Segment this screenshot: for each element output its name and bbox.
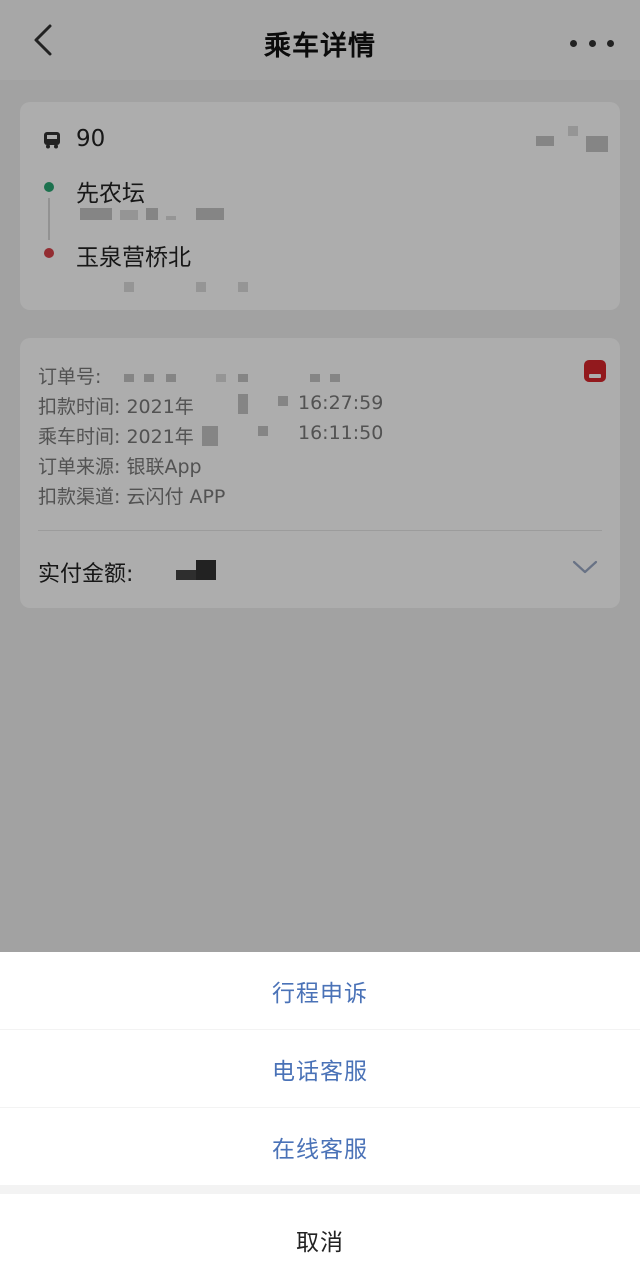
cancel-button[interactable]: 取消: [0, 1194, 640, 1286]
modal-backdrop[interactable]: [0, 0, 640, 952]
phone-support-button[interactable]: 电话客服: [0, 1030, 640, 1107]
online-support-button[interactable]: 在线客服: [0, 1108, 640, 1185]
action-sheet: 行程申诉 电话客服 在线客服 取消: [0, 952, 640, 1286]
trip-appeal-button[interactable]: 行程申诉: [0, 952, 640, 1029]
ride-details-screen: 乘车详情 90 先农坛 玉泉营桥北 订单号: 扣款时间: 2021年 16:27…: [0, 0, 640, 1286]
